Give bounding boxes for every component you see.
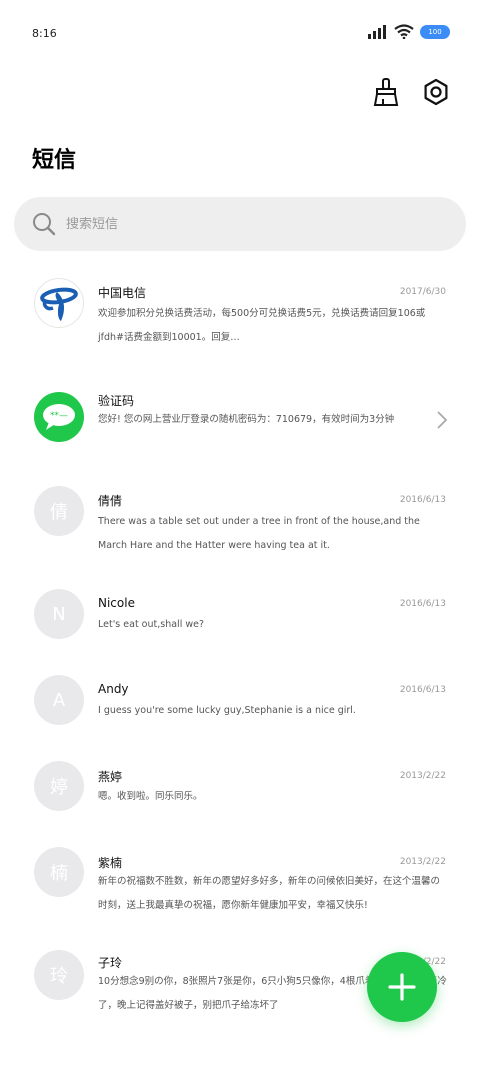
- contact-name: Nicole: [98, 596, 135, 610]
- broom-icon: [373, 78, 399, 106]
- list-item[interactable]: A Andy 2016/6/13 I guess you're some luc…: [0, 664, 480, 750]
- message-date: 2016/6/13: [399, 685, 446, 695]
- avatar: [34, 278, 84, 328]
- search-input[interactable]: [66, 216, 426, 232]
- battery-level: 100: [428, 27, 442, 36]
- status-icons: 100: [368, 24, 450, 39]
- avatar: 婷: [34, 761, 84, 811]
- message-date: 2013/2/22: [399, 771, 446, 781]
- message-date: 2016/6/13: [399, 599, 446, 609]
- telecom-logo-icon: [40, 287, 78, 321]
- clean-button[interactable]: [370, 76, 402, 108]
- list-item[interactable]: N Nicole 2016/6/13 Let's eat out,shall w…: [0, 578, 480, 664]
- sms-bubble-icon: **—: [43, 404, 75, 430]
- wifi-icon: [394, 24, 414, 39]
- signal-icon: [368, 24, 386, 39]
- list-item[interactable]: 婷 燕婷 2013/2/22 嗯。收到啦。同乐同乐。: [0, 750, 480, 836]
- contact-name: 燕婷: [98, 770, 123, 784]
- message-preview: 嗯。收到啦。同乐同乐。: [98, 791, 203, 802]
- message-date: 2017/6/30: [399, 287, 446, 297]
- list-item[interactable]: **— 验证码 您好! 您の网上营业厅登录の随机密码为：710679，有效时间为…: [0, 370, 480, 474]
- contact-name: 中国电信: [98, 286, 147, 300]
- message-preview: Let's eat out,shall we?: [98, 619, 205, 630]
- svg-text:**—: **—: [50, 411, 68, 421]
- top-actions: [370, 76, 452, 108]
- battery-icon: 100: [420, 24, 450, 39]
- avatar: A: [34, 675, 84, 725]
- compose-button[interactable]: [367, 952, 437, 1022]
- avatar: 玲: [34, 950, 84, 1000]
- avatar-letter: A: [52, 689, 66, 711]
- message-preview: 新年の祝福数不胜数，新年の愿望好多好多，新年の问候依旧美好，在这个温馨の时刻，送…: [98, 876, 441, 911]
- status-time: 8:16: [32, 27, 57, 40]
- message-preview: 欢迎参加积分兑换话费活动，每500分可兑换话费5元，兑换话费请回复106或jfd…: [98, 308, 426, 343]
- avatar: **—: [34, 392, 84, 442]
- avatar-letter: 婷: [50, 777, 68, 798]
- contact-name: 倩倩: [98, 494, 123, 508]
- search-bar[interactable]: [14, 197, 466, 251]
- avatar: N: [34, 589, 84, 639]
- contact-name: 紫楠: [98, 856, 123, 870]
- message-preview: There was a table set out under a tree i…: [98, 516, 420, 551]
- avatar-letter: 玲: [50, 966, 68, 987]
- contact-name: 验证码: [98, 394, 135, 408]
- avatar-letter: N: [52, 603, 66, 625]
- message-preview: 您好! 您の网上营业厅登录の随机密码为：710679，有效时间为3分钟: [98, 414, 395, 425]
- contact-name: 子玲: [98, 956, 123, 970]
- message-preview: I guess you're some lucky guy,Stephanie …: [98, 705, 356, 716]
- status-bar: 8:16 100: [0, 0, 480, 66]
- plus-icon: [388, 973, 416, 1001]
- gear-icon: [424, 78, 448, 106]
- page-title: 短信: [32, 148, 77, 173]
- avatar-letter: 楠: [50, 863, 68, 884]
- list-item[interactable]: 中国电信 2017/6/30 欢迎参加积分兑换话费活动，每500分可兑换话费5元…: [0, 266, 480, 370]
- avatar: 倩: [34, 486, 84, 536]
- avatar-letter: 倩: [50, 502, 68, 523]
- avatar: 楠: [34, 847, 84, 897]
- chevron-right-icon: [437, 411, 448, 429]
- search-icon: [33, 213, 56, 236]
- message-date: 2016/6/13: [399, 495, 446, 505]
- list-item[interactable]: 楠 紫楠 2013/2/22 新年の祝福数不胜数，新年の愿望好多好多，新年の问候…: [0, 836, 480, 940]
- list-item[interactable]: 倩 倩倩 2016/6/13 There was a table set out…: [0, 474, 480, 578]
- contact-name: Andy: [98, 682, 129, 696]
- settings-button[interactable]: [420, 76, 452, 108]
- message-date: 2013/2/22: [399, 857, 446, 867]
